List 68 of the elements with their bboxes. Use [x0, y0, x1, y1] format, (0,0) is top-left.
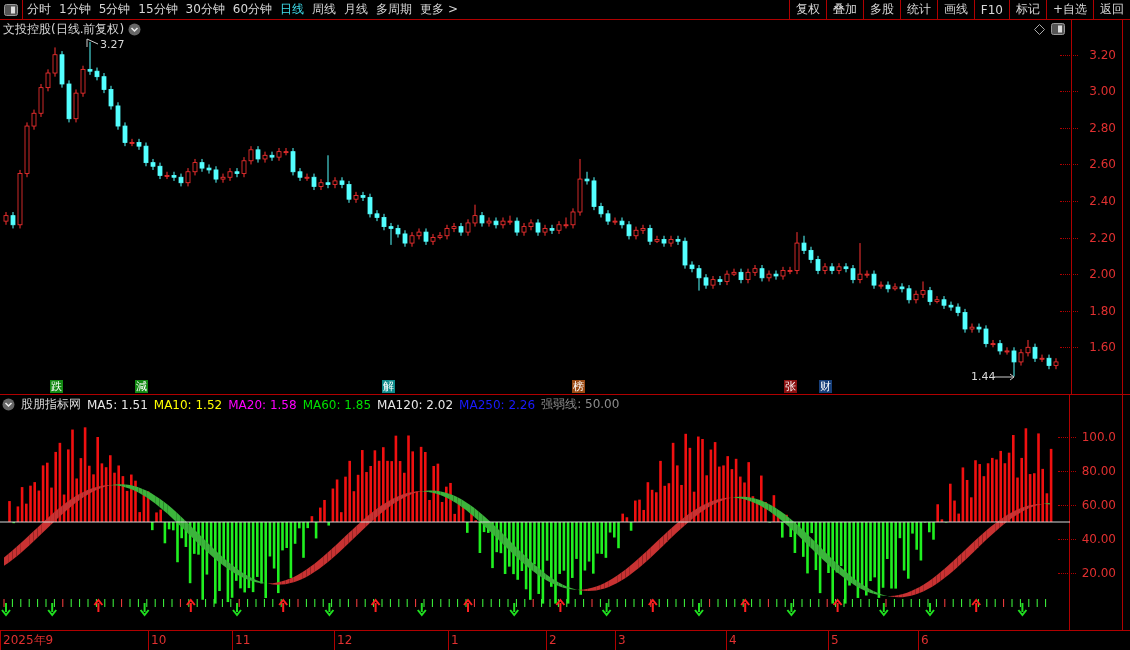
- date-label: 12: [334, 631, 353, 650]
- axis-label: 1.60: [1089, 340, 1116, 355]
- date-label: 5: [828, 631, 839, 650]
- toolbar-button[interactable]: 标记: [1008, 0, 1046, 19]
- date-label: 11: [232, 631, 251, 650]
- indicator-value: MA20: 1.58: [228, 397, 297, 412]
- panel-icon: [1051, 23, 1065, 35]
- axis-label: 1.80: [1089, 303, 1116, 318]
- period-tab[interactable]: 多周期: [372, 0, 417, 19]
- toolbar-button[interactable]: +自选: [1045, 0, 1093, 19]
- panel-icon: [4, 3, 18, 16]
- period-tab[interactable]: 60分钟: [228, 0, 277, 19]
- date-label: 6: [918, 631, 929, 650]
- date-label: 2: [546, 631, 557, 650]
- toolbar-button[interactable]: 统计: [899, 0, 937, 19]
- period-tab[interactable]: 1分钟: [55, 0, 95, 19]
- indicator-value: MA250: 2.26: [459, 397, 536, 412]
- date-label: 1: [448, 631, 459, 650]
- indicator-value: MA5: 1.51: [87, 397, 148, 412]
- pointer-icon: [86, 38, 100, 48]
- event-marker[interactable]: 跌: [50, 380, 63, 393]
- price-label: 3.27: [100, 38, 125, 51]
- period-tab[interactable]: 分时: [23, 0, 55, 19]
- price-label: 1.44: [971, 370, 996, 383]
- period-tab[interactable]: 月线: [340, 0, 373, 19]
- indicator-value: MA10: 1.52: [153, 397, 223, 412]
- period-tab[interactable]: 周线: [308, 0, 341, 19]
- date-label: 10: [148, 631, 167, 650]
- toolbar-button[interactable]: 叠加: [825, 0, 863, 19]
- indicator-value: MA60: 1.85: [302, 397, 372, 412]
- axis-label: 60.00: [1081, 498, 1116, 512]
- axis-label: 2.60: [1089, 157, 1116, 172]
- chevron-down-icon: [2, 398, 15, 411]
- event-marker[interactable]: 減: [135, 380, 148, 393]
- axis-label: 20.00: [1081, 566, 1116, 580]
- axis-label: 80.00: [1081, 464, 1116, 478]
- axis-label: 40.00: [1081, 532, 1116, 546]
- toolbar-button[interactable]: 多股: [862, 0, 900, 19]
- event-marker[interactable]: 榜: [572, 380, 585, 393]
- axis-label: 100.0: [1081, 430, 1116, 444]
- event-marker[interactable]: 财: [819, 380, 832, 393]
- date-label: 2025年9: [0, 631, 54, 650]
- diamond-icon: [1034, 23, 1045, 35]
- chart-title: 文投控股(日线.前复权): [3, 21, 125, 38]
- period-tab[interactable]: 15分钟: [134, 0, 182, 19]
- date-label: 4: [726, 631, 737, 650]
- toolbar-button[interactable]: F10: [973, 0, 1009, 19]
- indicator-value: 强弱线: 50.00: [541, 396, 620, 413]
- axis-label: 2.80: [1089, 120, 1116, 135]
- period-tab[interactable]: 5分钟: [94, 0, 135, 19]
- event-marker[interactable]: 张: [784, 380, 797, 393]
- chevron-down-icon: [128, 23, 142, 36]
- arrow-icon: [994, 373, 1016, 381]
- indicator-value: MA120: 2.02: [377, 397, 454, 412]
- indicator-name: 股朋指标网: [21, 396, 81, 413]
- axis-label: 2.20: [1089, 230, 1116, 245]
- axis-label: 2.40: [1089, 194, 1116, 208]
- period-tab[interactable]: 更多 >: [416, 0, 462, 19]
- date-label: 3: [615, 631, 626, 650]
- toolbar-button[interactable]: 复权: [788, 0, 826, 19]
- period-tab[interactable]: 日线: [276, 0, 309, 19]
- toolbar-button[interactable]: 返回: [1093, 0, 1130, 19]
- toolbar-button[interactable]: 画线: [936, 0, 974, 19]
- axis-label: 2.00: [1089, 267, 1116, 282]
- event-marker[interactable]: 解: [382, 380, 395, 393]
- axis-label: 3.00: [1089, 84, 1116, 99]
- period-tab[interactable]: 30分钟: [181, 0, 229, 19]
- axis-label: 3.20: [1089, 47, 1116, 62]
